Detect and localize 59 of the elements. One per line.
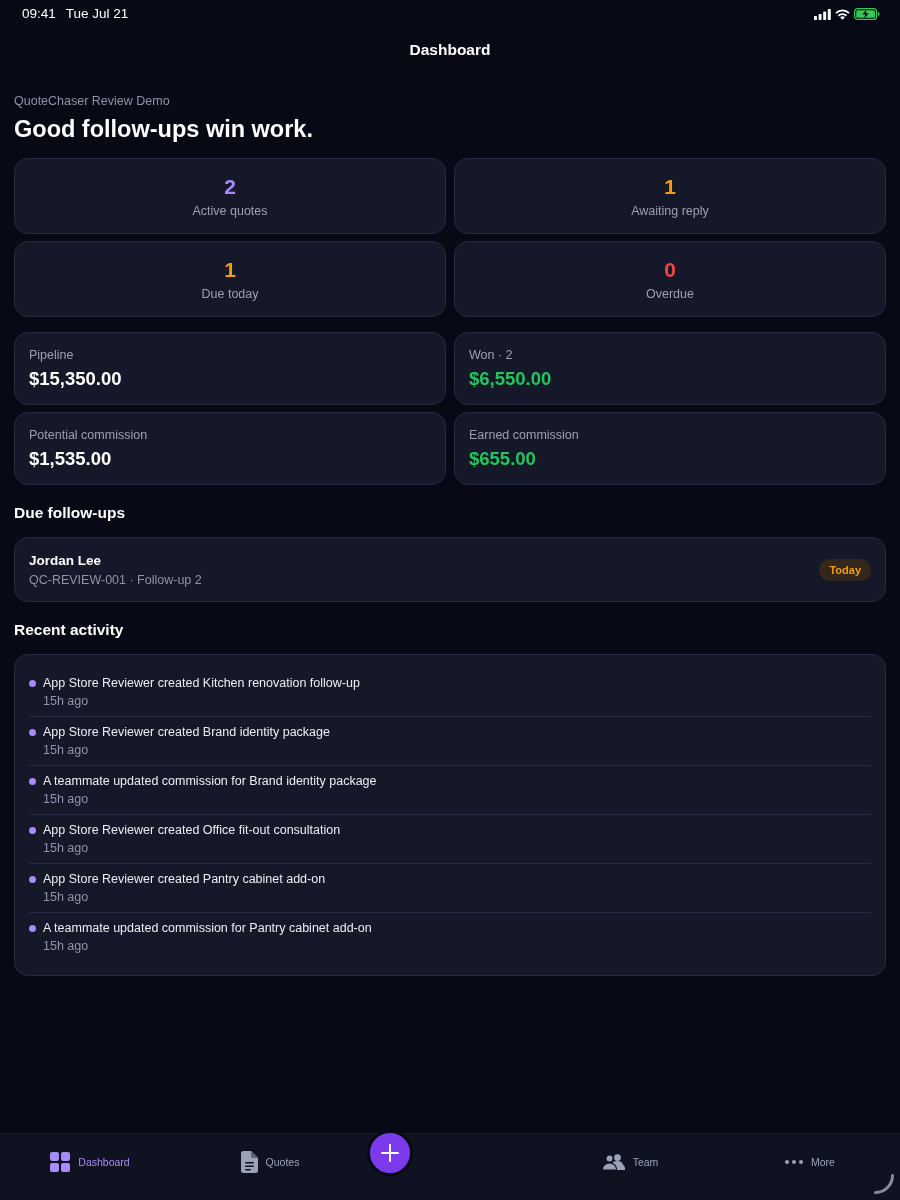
stat-value: 2: [224, 174, 236, 200]
activity-time: 15h ago: [43, 791, 89, 807]
more-icon: [785, 1160, 804, 1164]
stat-value: 1: [664, 174, 676, 200]
tab-item[interactable]: Dashboard: [46, 1151, 134, 1173]
stat-value: 0: [664, 257, 676, 283]
client-name: Jordan Lee: [29, 551, 102, 570]
activity-text: App Store Reviewer created Pantry cabinet add-on: [43, 871, 326, 888]
total-label: Won · 2: [469, 347, 513, 363]
bullet-icon: [29, 876, 36, 883]
bullet-icon: [29, 680, 36, 687]
total-amount: $1,535.00: [29, 447, 112, 471]
stat-label: Overdue: [646, 286, 694, 302]
activity-time: 15h ago: [43, 693, 89, 709]
activity-text: App Store Reviewer created Brand identity package: [43, 724, 330, 741]
bullet-icon: [29, 925, 36, 932]
bullet-icon: [29, 827, 36, 834]
tab-item[interactable]: Team: [597, 1151, 663, 1173]
wifi-icon: [835, 8, 850, 20]
due-badge: Today: [819, 558, 871, 581]
section-title: Recent activity: [14, 621, 124, 638]
people-icon: [601, 1154, 625, 1170]
status-time: 09:41: [22, 6, 56, 22]
activity-text: A teammate updated commission for Pantry cabinet add-on: [43, 920, 372, 937]
follow-up-card[interactable]: Jordan Lee QC-REVIEW-001 · Follow-up 2 Today: [14, 537, 886, 602]
activity-text: App Store Reviewer created Kitchen renovation follow-up: [43, 675, 360, 692]
add-button[interactable]: [367, 1130, 413, 1176]
stat-label: Awaiting reply: [631, 203, 709, 219]
tab-item[interactable]: More: [781, 1151, 839, 1173]
section-title: Due follow-ups: [14, 504, 126, 521]
page-heading: Good follow-ups win work.: [14, 115, 313, 143]
activity-time: 15h ago: [43, 889, 89, 905]
activity-time: 15h ago: [43, 840, 89, 856]
grid-icon: [50, 1152, 71, 1172]
total-label: Earned commission: [469, 427, 579, 443]
follow-up-detail: QC-REVIEW-001 · Follow-up 2: [29, 571, 202, 588]
total-amount: $15,350.00: [29, 367, 122, 391]
tab-item[interactable]: Quotes: [236, 1151, 304, 1173]
stat-label: Active quotes: [192, 203, 268, 219]
workspace-name: QuoteChaser Review Demo: [14, 93, 170, 109]
screen-title: Dashboard: [409, 40, 491, 60]
activity-text: App Store Reviewer created Office fit-out consultation: [43, 822, 341, 839]
activity-time: 15h ago: [43, 742, 89, 758]
bullet-icon: [29, 778, 36, 785]
activity-text: A teammate updated commission for Brand identity package: [43, 773, 377, 790]
stat-label: Due today: [201, 286, 259, 302]
total-label: Potential commission: [29, 427, 148, 443]
stat-value: 1: [224, 257, 236, 283]
plus-icon: [381, 1144, 399, 1162]
activity-time: 15h ago: [43, 938, 89, 954]
battery-charging-icon: [854, 8, 880, 20]
status-date: Tue Jul 21: [65, 6, 129, 22]
arc-icon: [874, 1174, 894, 1194]
total-amount: $6,550.00: [469, 367, 552, 391]
total-label: Pipeline: [29, 347, 74, 363]
document-icon: [240, 1151, 258, 1173]
bullet-icon: [29, 729, 36, 736]
total-amount: $655.00: [469, 447, 536, 471]
signal-icon: [814, 8, 831, 20]
